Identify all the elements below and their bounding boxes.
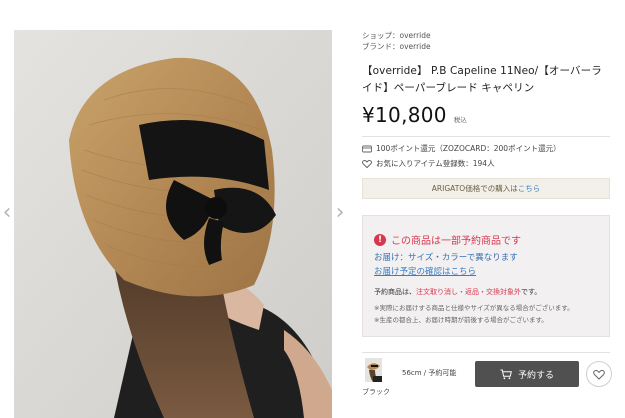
- chevron-left-icon[interactable]: ‹: [0, 202, 14, 224]
- points-card-icon: [362, 144, 372, 154]
- cart-icon: [500, 369, 512, 380]
- cancellation-policy: 予約商品は、注文取り消し・返品・交換対象外です。: [374, 286, 541, 298]
- delivery-schedule-link[interactable]: お届け予定の確認はこちら: [374, 266, 476, 278]
- sku-size-status: 56cm / 予約可能: [402, 369, 457, 377]
- sku-color-name: ブラック: [362, 388, 390, 396]
- cancel-highlight: 注文取り消し・返品・交換対象外: [416, 288, 521, 296]
- product-details: ショップ：override ブランド：override 【override】 P…: [362, 0, 614, 418]
- preorder-headline: この商品は一部予約商品です: [391, 236, 521, 247]
- favorites-text: お気に入りアイテム登録数：194人: [376, 159, 495, 168]
- chevron-right-icon[interactable]: ›: [333, 202, 347, 224]
- heart-outline-icon[interactable]: [362, 159, 372, 169]
- note-delivery-timing: ※生産の都合上、お届け時期が前後する場合がございます。: [374, 316, 548, 324]
- favorites-info: お気に入りアイテム登録数：194人: [362, 158, 495, 169]
- product-image-pane: ‹ ›: [0, 0, 345, 418]
- product-title: 【override】 P.B Capeline 11Neo/【オーバーライド】ペ…: [362, 65, 602, 94]
- cancel-prefix: 予約商品は、: [374, 288, 416, 296]
- divider: [362, 136, 610, 137]
- add-favorite-button[interactable]: [586, 361, 612, 387]
- cancel-suffix: です。: [521, 288, 542, 296]
- brand-name[interactable]: ブランド：override: [362, 41, 431, 52]
- reserve-label: 予約する: [517, 370, 554, 381]
- reserve-button[interactable]: 予約する: [475, 361, 579, 387]
- sku-row: ブラック 56cm / 予約可能 予約する: [362, 352, 612, 412]
- delivery-info: お届け：サイズ・カラーで異なります: [374, 253, 518, 263]
- arigato-text: ARIGATO価格での購入は: [431, 184, 518, 193]
- exclamation-circle-icon: !: [374, 233, 386, 246]
- preorder-notice: ! この商品は一部予約商品です お届け：サイズ・カラーで異なります お届け予定の…: [362, 215, 610, 337]
- arigato-price-banner[interactable]: ARIGATO価格での購入はこちら: [362, 178, 610, 199]
- arigato-link[interactable]: こちら: [518, 184, 541, 193]
- points-info: 100ポイント還元（ZOZOCARD：200ポイント還元）: [362, 143, 561, 154]
- price-row: ¥10,800 税込: [362, 103, 467, 131]
- preorder-headline-row: ! この商品は一部予約商品です: [374, 232, 521, 247]
- product-photo: [14, 30, 332, 418]
- shop-name[interactable]: ショップ：override: [362, 30, 431, 41]
- points-text: 100ポイント還元（ZOZOCARD：200ポイント還元）: [376, 144, 561, 153]
- tax-label: 税込: [453, 116, 467, 124]
- product-price: ¥10,800: [362, 103, 447, 127]
- note-spec-difference: ※実際にお届けする商品と仕様やサイズが異なる場合がございます。: [374, 304, 574, 312]
- heart-outline-icon: [593, 365, 605, 384]
- sku-color-thumbnail[interactable]: [365, 358, 382, 382]
- hat-model-illustration: [14, 30, 332, 418]
